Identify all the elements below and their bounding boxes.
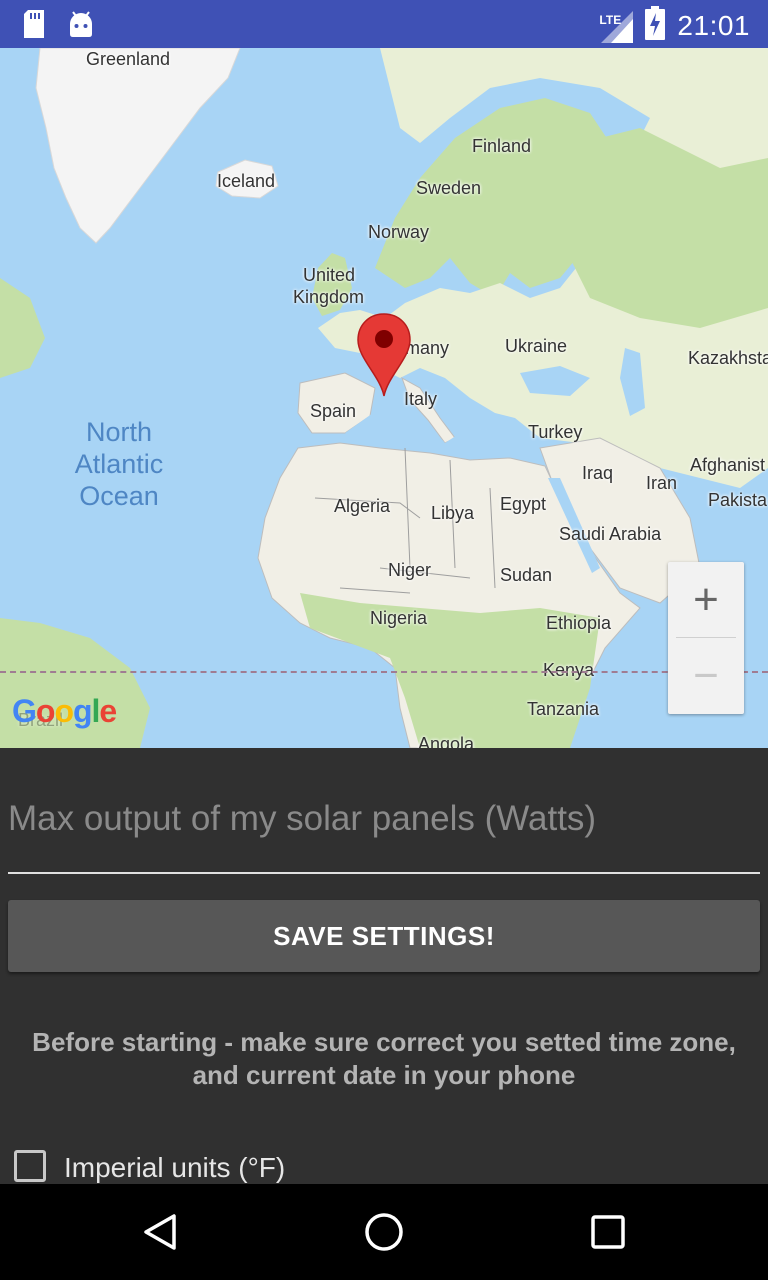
zoom-out-button[interactable]: − [668,638,744,713]
map-view[interactable]: Greenland Iceland Finland Sweden Norway … [0,48,768,748]
map-label-iran: Iran [646,473,678,493]
imperial-units-label[interactable]: Imperial units (°F) [64,1150,285,1186]
map-label-uk-line1: United [303,265,356,285]
map-label-ocean: North Atlantic Ocean [64,416,174,512]
map-label-niger: Niger [388,560,432,580]
signal-icon: LTE [597,9,634,43]
android-icon [68,10,94,43]
map-label-kazakhstan: Kazakhsta [688,348,768,368]
zoom-in-button[interactable]: + [668,562,744,637]
back-icon [144,1214,176,1250]
navigation-bar [0,1184,768,1280]
location-pin-icon[interactable] [356,312,412,403]
battery-charging-icon [645,6,666,45]
map-label-egypt: Egypt [500,494,547,514]
map-label-norway: Norway [368,222,430,242]
map-label-afghanistan: Afghanist [690,455,766,475]
network-type-label: LTE [599,12,622,27]
map-label-ukraine: Ukraine [505,336,568,356]
map-label-finland: Finland [472,136,532,156]
map-label-iceland: Iceland [217,171,276,191]
map-label-iraq: Iraq [582,463,614,483]
map-label-greenland: Greenland [86,49,171,69]
google-logo: Google [12,693,117,729]
map-label-libya: Libya [431,503,475,523]
map-label-saudi-arabia: Saudi Arabia [559,524,662,544]
map-label-turkey: Turkey [528,422,583,442]
recents-icon [591,1215,625,1249]
home-button[interactable] [336,1184,432,1280]
save-settings-button[interactable]: SAVE SETTINGS! [8,900,760,972]
zoom-controls: + − [668,562,744,714]
map-label-sweden: Sweden [416,178,482,198]
note-text: Before starting - make sure correct you … [32,1027,736,1090]
status-clock: 21:01 [677,9,750,41]
ocean-line2: Atlantic [74,449,164,479]
map-label-algeria: Algeria [334,496,391,516]
sd-card-icon [22,10,46,43]
map-label-nigeria: Nigeria [370,608,428,628]
map-label-angola: Angola [418,734,475,748]
imperial-units-checkbox[interactable] [14,1150,46,1182]
home-icon [365,1213,403,1251]
map-label-ethiopia: Ethiopia [546,613,612,633]
date-timezone-note: Before starting - make sure correct you … [0,1026,768,1092]
status-bar: LTE 21:01 [0,0,768,48]
map-label-uk-line2: Kingdom [293,287,365,307]
ocean-line3: Ocean [79,481,159,511]
ocean-line1: North [85,417,153,447]
map-label-tanzania: Tanzania [527,699,600,719]
back-button[interactable] [112,1184,208,1280]
map-label-pakistan: Pakista [708,490,768,510]
max-output-input[interactable]: Max output of my solar panels (Watts) [8,786,760,874]
map-label-sudan: Sudan [500,565,553,585]
map-label-spain: Spain [310,401,357,421]
recents-button[interactable] [560,1184,656,1280]
equator-line [0,671,768,673]
